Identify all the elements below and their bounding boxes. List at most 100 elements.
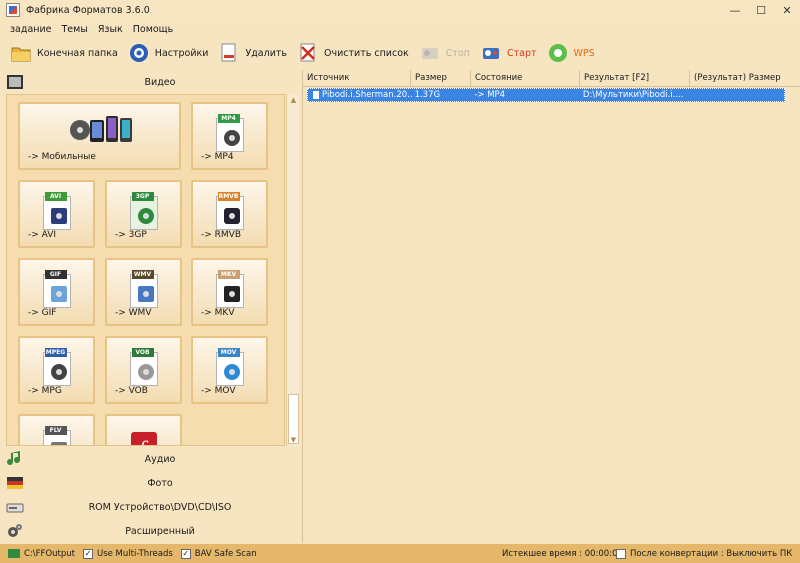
delete-label: Удалить xyxy=(245,47,288,59)
stop-label: Стоп xyxy=(445,47,470,59)
maximize-button[interactable]: ☐ xyxy=(748,0,774,20)
bav-scan-checkbox[interactable]: ✓ xyxy=(180,548,191,559)
tile-mkv-label: -> MKV xyxy=(201,308,235,318)
after-conversion-label: После конвертации : Выключить ПК xyxy=(630,548,793,559)
menu-help[interactable]: Помощь xyxy=(133,24,173,35)
output-folder-button[interactable]: Конечная папка xyxy=(10,39,118,67)
after-conversion-checkbox[interactable] xyxy=(616,548,626,559)
menu-themes[interactable]: Темы xyxy=(62,24,88,35)
col-result[interactable]: Результат [F2] xyxy=(580,70,690,87)
flash-file-icon: f xyxy=(128,426,160,445)
category-pane: Видео -> Мобильные MP4 -> MP4 AVI -> AVI… xyxy=(0,70,302,543)
tile-rmvb-label: -> RMVB xyxy=(201,230,241,240)
output-folder-icon xyxy=(8,549,20,558)
mp4-file-icon: MP4 xyxy=(214,114,246,154)
multithreads-option[interactable]: ✓ Use Multi-Threads xyxy=(82,548,173,559)
start-label: Старт xyxy=(506,47,537,59)
video-format-grid: -> Мобильные MP4 -> MP4 AVI -> AVI 3GP -… xyxy=(6,94,285,446)
tile-wmv[interactable]: WMV -> WMV xyxy=(105,258,182,326)
settings-label: Настройки xyxy=(154,47,209,59)
output-folder-path[interactable]: C:\FFOutput xyxy=(24,549,75,559)
tile-mpg-label: -> MPG xyxy=(28,386,62,396)
tile-mov[interactable]: MOV -> MOV xyxy=(191,336,268,404)
advanced-section-header[interactable]: Расширенный xyxy=(0,519,302,543)
tile-mp4[interactable]: MP4 -> MP4 xyxy=(191,102,268,170)
col-source[interactable]: Источник xyxy=(303,70,411,87)
table-row[interactable]: Pibodi.i.Sherman.20... 1.37G -> MP4 D:\М… xyxy=(307,88,785,102)
menu-language[interactable]: Язык xyxy=(98,24,123,35)
cell-status: -> MP4 xyxy=(474,90,506,100)
wps-label: WPS xyxy=(573,47,595,59)
window-title: Фабрика Форматов 3.6.0 xyxy=(26,4,150,16)
toolbar: Конечная папка Настройки Удалить Очистит… xyxy=(0,38,800,68)
3gp-file-icon: 3GP xyxy=(128,192,160,232)
video-section-header[interactable]: Видео xyxy=(0,70,302,94)
tile-mobile-label: -> Мобильные xyxy=(28,152,96,162)
tile-3gp[interactable]: 3GP -> 3GP xyxy=(105,180,182,248)
mkv-file-icon: MKV xyxy=(214,270,246,310)
cell-size: 1.37G xyxy=(414,90,441,100)
wps-button[interactable]: WPS xyxy=(547,39,595,67)
cell-result-size xyxy=(689,89,784,101)
audio-section-header[interactable]: Аудио xyxy=(0,447,302,471)
delete-file-icon xyxy=(218,42,240,64)
bav-scan-option[interactable]: ✓ BAV Safe Scan xyxy=(180,548,257,559)
close-button[interactable]: ✕ xyxy=(774,0,800,20)
col-size[interactable]: Размер xyxy=(411,70,471,87)
title-bar: Фабрика Форматов 3.6.0 — ☐ ✕ xyxy=(0,0,800,20)
col-result-size[interactable]: (Результат) Размер xyxy=(690,70,800,87)
tile-mov-label: -> MOV xyxy=(201,386,236,396)
col-status[interactable]: Состояние xyxy=(471,70,580,87)
tile-gif[interactable]: GIF -> GIF xyxy=(18,258,95,326)
photo-section-label: Фото xyxy=(147,477,173,489)
tile-mkv[interactable]: MKV -> MKV xyxy=(191,258,268,326)
scroll-down-arrow[interactable]: ▼ xyxy=(287,434,300,446)
bav-scan-label: BAV Safe Scan xyxy=(194,548,257,559)
video-file-icon xyxy=(312,90,320,100)
clear-list-icon xyxy=(297,42,319,64)
rom-section-header[interactable]: ROM Устройство\DVD\CD\ISO xyxy=(0,495,302,519)
stop-button[interactable]: Стоп xyxy=(419,39,470,67)
task-list-header: Источник Размер Состояние Результат [F2]… xyxy=(303,70,800,87)
start-button[interactable]: Старт xyxy=(480,39,537,67)
vob-file-icon: VOB xyxy=(128,348,160,388)
advanced-section-label: Расширенный xyxy=(125,525,195,537)
menu-task[interactable]: задание xyxy=(10,24,52,35)
cell-source-text: Pibodi.i.Sherman.20... xyxy=(322,90,412,100)
stop-icon xyxy=(419,42,441,64)
tile-mpg[interactable]: MPEG -> MPG xyxy=(18,336,95,404)
rom-section-label: ROM Устройство\DVD\CD\ISO xyxy=(88,501,232,513)
clear-list-label: Очистить список xyxy=(324,47,409,59)
scroll-up-arrow[interactable]: ▲ xyxy=(287,94,300,106)
tile-wmv-label: -> WMV xyxy=(115,308,152,318)
delete-button[interactable]: Удалить xyxy=(218,39,287,67)
video-scrollbar[interactable]: ▲ ▼ xyxy=(286,94,299,446)
tile-rmvb[interactable]: RMVB -> RMVB xyxy=(191,180,268,248)
tile-swf[interactable]: f xyxy=(105,414,182,445)
multithreads-label: Use Multi-Threads xyxy=(96,548,173,559)
tile-mobile[interactable]: -> Мобильные xyxy=(18,102,181,170)
tile-flv[interactable]: FLV xyxy=(18,414,95,445)
window-controls: — ☐ ✕ xyxy=(722,0,800,20)
settings-button[interactable]: Настройки xyxy=(128,39,209,67)
tile-vob[interactable]: VOB -> VOB xyxy=(105,336,182,404)
avi-file-icon: AVI xyxy=(41,192,73,232)
rmvb-file-icon: RMVB xyxy=(214,192,246,232)
after-conversion-option[interactable]: После конвертации : Выключить ПК xyxy=(616,548,793,559)
status-bar: C:\FFOutput ✓ Use Multi-Threads ✓ BAV Sa… xyxy=(0,544,800,563)
cell-source: Pibodi.i.Sherman.20... xyxy=(308,89,412,101)
gif-file-icon: GIF xyxy=(41,270,73,310)
cell-result: D:\Мультики\Pibodi.i.... xyxy=(582,90,684,100)
task-list: Источник Размер Состояние Результат [F2]… xyxy=(302,70,800,543)
tile-mp4-label: -> MP4 xyxy=(201,152,234,162)
output-folder-label: Конечная папка xyxy=(37,47,118,59)
photo-section-header[interactable]: Фото xyxy=(0,471,302,495)
clear-list-button[interactable]: Очистить список xyxy=(297,39,409,67)
tile-avi[interactable]: AVI -> AVI xyxy=(18,180,95,248)
mobile-devices-icon xyxy=(70,116,132,142)
multithreads-checkbox[interactable]: ✓ xyxy=(82,548,93,559)
settings-icon xyxy=(128,42,150,64)
tile-3gp-label: -> 3GP xyxy=(115,230,147,240)
tile-avi-label: -> AVI xyxy=(28,230,57,240)
minimize-button[interactable]: — xyxy=(722,0,748,20)
